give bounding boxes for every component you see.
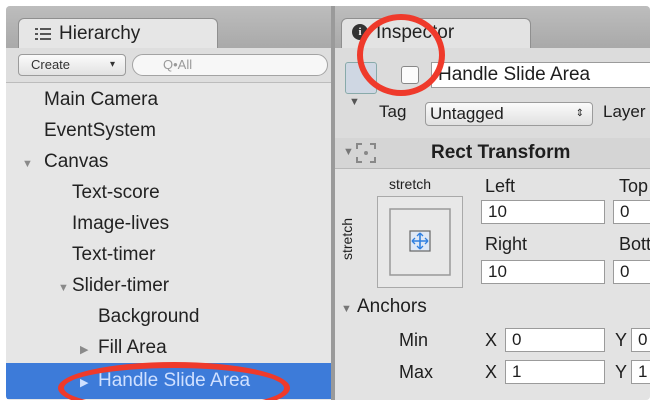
hierarchy-tabbar: Hierarchy — [6, 6, 331, 48]
max-y-label: Y — [615, 362, 628, 382]
expand-triangle-icon[interactable]: ▼ — [343, 146, 354, 158]
tree-item-label: EventSystem — [44, 120, 156, 141]
expand-triangle-icon[interactable]: ▼ — [22, 149, 36, 180]
max-x-field[interactable]: 1 — [505, 360, 605, 384]
tree-item-label: Text-timer — [72, 244, 156, 265]
collapse-triangle-icon[interactable]: ▼ — [349, 96, 360, 108]
tag-value: Untagged — [430, 104, 504, 123]
tree-item-eventsystem[interactable]: EventSystem — [6, 115, 331, 146]
min-x-label: X — [485, 330, 498, 350]
stretch-vertical-label: stretch — [339, 218, 355, 261]
bottom-label: Bott — [619, 234, 650, 254]
inspector-panel: i Inspector Handle Slide Area ▼ Tag Unta… — [335, 6, 650, 400]
rect-transform-title: Rect Transform — [431, 142, 571, 163]
create-dropdown[interactable]: Create ▾ — [18, 54, 126, 76]
tree-item-label: Text-score — [72, 182, 160, 203]
max-x-label: X — [485, 362, 498, 382]
tree-item-label: Background — [98, 306, 200, 327]
tag-label: Tag — [379, 102, 407, 121]
max-y-field[interactable]: 1 — [631, 360, 650, 384]
hierarchy-panel: Hierarchy Create ▾ Q•All Main Camera Eve… — [6, 6, 331, 400]
object-name-field[interactable]: Handle Slide Area — [431, 62, 650, 88]
collapsed-triangle-icon[interactable]: ▶ — [80, 335, 94, 366]
tag-dropdown[interactable]: Untagged ⇕ — [425, 102, 593, 126]
unity-editor-window: Hierarchy Create ▾ Q•All Main Camera Eve… — [6, 6, 650, 400]
tree-item-label: Image-lives — [72, 213, 170, 234]
max-label: Max — [399, 362, 434, 382]
tree-item-label: Fill Area — [98, 337, 167, 358]
create-label: Create — [31, 57, 71, 72]
expand-triangle-icon[interactable]: ▼ — [58, 273, 72, 304]
hierarchy-toolbar: Create ▾ Q•All — [6, 48, 331, 83]
tab-hierarchy[interactable]: Hierarchy — [18, 18, 218, 48]
tree-item-fill-area[interactable]: ▶ Fill Area — [6, 332, 331, 363]
top-label: Top — [619, 176, 649, 196]
min-y-field[interactable]: 0 — [631, 328, 650, 352]
layer-label: Layer — [603, 102, 646, 121]
min-x-field[interactable]: 0 — [505, 328, 605, 352]
list-icon — [35, 28, 51, 40]
expand-triangle-icon[interactable]: ▼ — [341, 303, 352, 315]
tree-item-image-lives[interactable]: Image-lives — [6, 208, 331, 239]
rect-transform-icon — [356, 143, 376, 163]
left-label: Left — [485, 176, 516, 196]
annotation-circle — [357, 14, 445, 96]
rect-transform-header[interactable]: ▼ Rect Transform — [335, 138, 650, 169]
tree-item-slider-timer[interactable]: ▼ Slider-timer — [6, 270, 331, 301]
top-field[interactable]: 0 — [613, 200, 650, 224]
bottom-field[interactable]: 0 — [613, 260, 650, 284]
tree-item-label: Slider-timer — [72, 275, 170, 296]
hierarchy-search-input[interactable]: Q•All — [132, 54, 328, 76]
tree-item-label: Main Camera — [44, 89, 159, 110]
hierarchy-title: Hierarchy — [59, 23, 141, 44]
tree-item-main-camera[interactable]: Main Camera — [6, 84, 331, 115]
min-y-label: Y — [615, 330, 628, 350]
dropdown-arrow-icon: ▾ — [109, 59, 115, 70]
right-field[interactable]: 10 — [481, 260, 605, 284]
right-label: Right — [485, 234, 528, 254]
tree-item-label: Canvas — [44, 151, 109, 172]
anchor-presets-button[interactable] — [377, 196, 463, 288]
anchors-title[interactable]: Anchors — [357, 296, 427, 318]
stretch-horizontal-label: stretch — [389, 176, 432, 192]
min-label: Min — [399, 330, 429, 350]
updown-arrow-icon: ⇕ — [575, 108, 584, 119]
left-field[interactable]: 10 — [481, 200, 605, 224]
tree-item-text-timer[interactable]: Text-timer — [6, 239, 331, 270]
tree-item-text-score[interactable]: Text-score — [6, 177, 331, 208]
tree-item-canvas[interactable]: ▼ Canvas — [6, 146, 331, 177]
search-placeholder: Q•All — [163, 57, 193, 72]
tree-item-background[interactable]: Background — [6, 301, 331, 332]
anchor-preset-icon — [389, 208, 451, 276]
